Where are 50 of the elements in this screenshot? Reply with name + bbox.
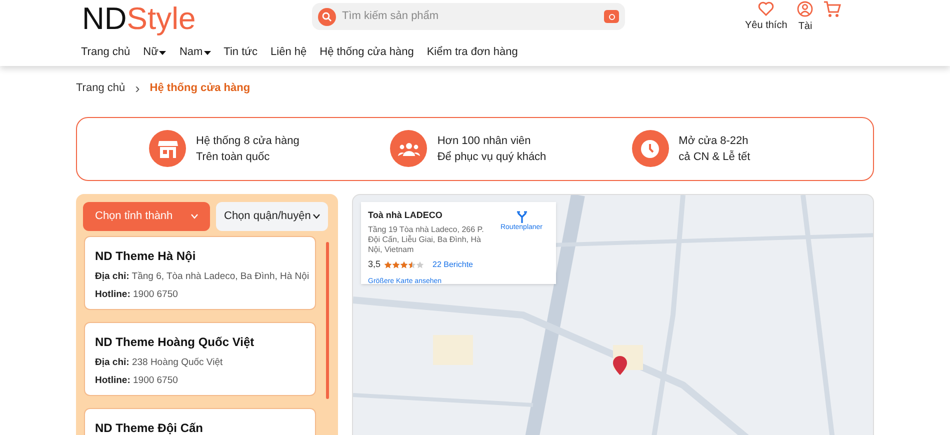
- header-link[interactable]: Tài: [798, 19, 812, 34]
- scrollbar[interactable]: [326, 242, 329, 398]
- store-card[interactable]: ND Theme Đội Cấn: [84, 408, 316, 435]
- store-name: ND Theme Hoàng Quốc Việt: [95, 334, 256, 350]
- nav-link[interactable]: Nam: [179, 44, 211, 60]
- map-pin-icon[interactable]: [613, 356, 627, 374]
- camera-icon[interactable]: [604, 10, 619, 23]
- caret-icon: [313, 214, 320, 218]
- feature-title: Hơn 100 nhân viên: [437, 134, 532, 148]
- store-hotline: Hotline: 1900 6750: [95, 374, 179, 388]
- caret-icon: [191, 214, 198, 218]
- store-icon: [149, 130, 186, 167]
- people-icon: [390, 130, 428, 167]
- caret-icon: [159, 51, 166, 56]
- breadcrumb-separator: ›: [135, 82, 140, 94]
- select-dropdown[interactable]: Chọn quận/huyện: [216, 202, 328, 230]
- place-title: Toà nhà LADECO: [368, 208, 444, 222]
- store-card[interactable]: ND Theme Hà Nội Địa chỉ: Tầng 6, Tòa nhà Ladeco, Ba Đình, Hà Nội Hotline: 1900 6750: [84, 236, 316, 310]
- fork-arrow-icon[interactable]: [516, 210, 528, 222]
- store-name: ND Theme Đội Cấn: [95, 420, 204, 435]
- store-hotline: Hotline: 1900 6750: [95, 288, 179, 302]
- clock-icon: [632, 130, 669, 167]
- nav-link[interactable]: Trang chủ: [81, 44, 130, 60]
- feature-subtitle: Để phục vụ quý khách: [437, 150, 546, 164]
- store-name: ND Theme Hà Nội: [95, 248, 197, 264]
- breadcrumb-link[interactable]: Trang chủ: [76, 80, 126, 96]
- nav-link[interactable]: Hệ thống cửa hàng: [320, 44, 414, 60]
- feature-title: Hệ thống 8 cửa hàng: [196, 134, 300, 148]
- reviews-link[interactable]: 22 Berichte: [432, 258, 473, 271]
- nav-link[interactable]: Kiểm tra đơn hàng: [426, 44, 518, 60]
- store-address: Địa chỉ: 238 Hoàng Quốc Việt: [95, 356, 224, 370]
- search-field[interactable]: Tìm kiếm sản phẩm: [342, 8, 604, 25]
- user-icon[interactable]: [797, 1, 814, 17]
- cart-icon[interactable]: [823, 1, 842, 18]
- nav-link[interactable]: Nữ: [143, 44, 166, 60]
- store-card[interactable]: ND Theme Hoàng Quốc Việt Địa chỉ: 238 Hoàng Quốc Việt Hotline: 1900 6750: [84, 322, 316, 396]
- nav-link[interactable]: Liên hệ: [270, 44, 307, 60]
- place-address: Tầng 19 Tòa nhà Ladeco, 266 P. Đội Cấn, Liễu Giai, Ba Đình, Hà Nội, Vietnam: [368, 225, 485, 255]
- breadcrumb-link[interactable]: Hệ thống cửa hàng: [150, 80, 250, 96]
- heart-icon[interactable]: [758, 1, 774, 16]
- search-icon[interactable]: [318, 8, 336, 26]
- feature-subtitle: Trên toàn quốc: [196, 150, 271, 164]
- site-logo[interactable]: NDStyle: [82, 1, 282, 37]
- rating-value: 3,5: [368, 258, 381, 271]
- feature-title: Mở cửa 8-22h: [678, 134, 750, 148]
- nav-link[interactable]: Tin tức: [224, 44, 258, 60]
- header-link[interactable]: Yêu thích: [745, 18, 788, 33]
- feature-subtitle: cả CN & Lễ tết: [678, 150, 750, 164]
- caret-icon: [204, 51, 211, 56]
- search-bar[interactable]: Tìm kiếm sản phẩm: [312, 3, 625, 30]
